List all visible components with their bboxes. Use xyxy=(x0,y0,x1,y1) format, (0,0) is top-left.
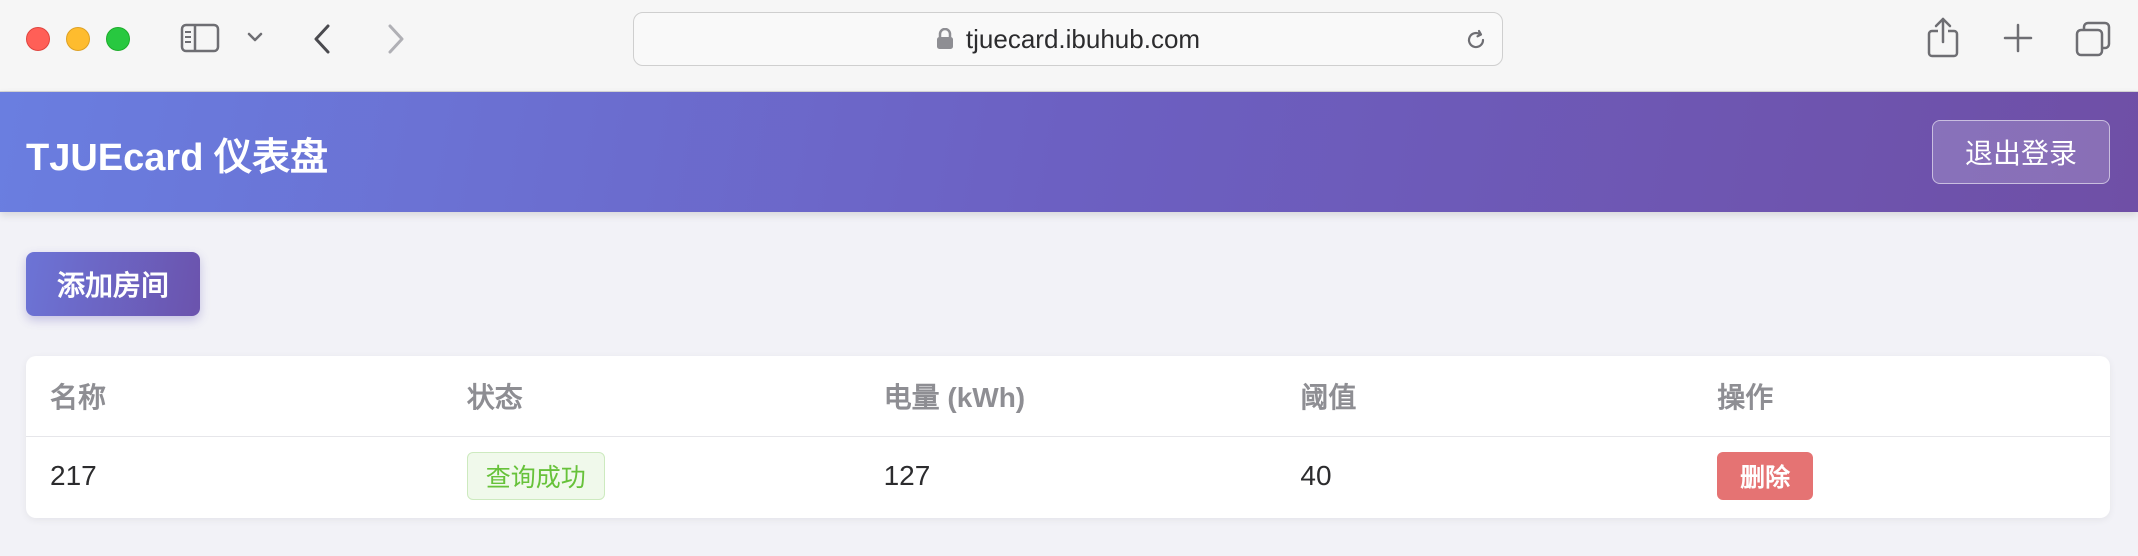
room-actions-cell: 删除 xyxy=(1693,436,2110,516)
browser-toolbar: tjuecard.ibuhub.com xyxy=(0,0,2138,92)
page-title: TJUEcard 仪表盘 xyxy=(26,137,328,179)
room-power-cell: 127 xyxy=(883,460,931,492)
reload-icon[interactable] xyxy=(1464,28,1488,57)
column-header-actions: 操作 xyxy=(1693,356,2110,437)
tabs-overview-icon[interactable] xyxy=(2074,20,2112,58)
rooms-table: 名称 状态 电量 (kWh) 阈值 操作 217 查询成功 127 40 删除 xyxy=(26,356,2110,516)
room-name-cell: 217 xyxy=(50,460,97,492)
chevron-right-icon[interactable] xyxy=(382,22,408,56)
column-header-threshold: 阈值 xyxy=(1276,356,1694,437)
app-header: TJUEcard 仪表盘 退出登录 xyxy=(0,92,2138,212)
column-header-name: 名称 xyxy=(26,356,443,437)
add-room-button[interactable]: 添加房间 xyxy=(26,252,200,316)
column-header-power: 电量 (kWh) xyxy=(859,356,1277,437)
table-row: 217 查询成功 127 40 删除 xyxy=(26,436,2110,516)
status-badge: 查询成功 xyxy=(466,452,605,501)
room-threshold-cell: 40 xyxy=(1300,460,1332,492)
rooms-table-card: 名称 状态 电量 (kWh) 阈值 操作 217 查询成功 127 40 删除 xyxy=(26,356,2110,518)
address-url: tjuecard.ibuhub.com xyxy=(965,23,1201,54)
sidebar-icon[interactable] xyxy=(180,22,220,54)
logout-button[interactable]: 退出登录 xyxy=(1932,120,2110,184)
lock-icon xyxy=(936,28,954,50)
plus-icon[interactable] xyxy=(2002,22,2034,54)
address-bar[interactable]: tjuecard.ibuhub.com xyxy=(633,12,1503,66)
zoom-window-button[interactable] xyxy=(106,27,130,51)
share-icon[interactable] xyxy=(1926,16,1960,58)
close-window-button[interactable] xyxy=(26,27,50,51)
column-header-status: 状态 xyxy=(442,356,860,437)
table-header-row: 名称 状态 电量 (kWh) 阈值 操作 xyxy=(26,356,2110,437)
delete-button[interactable]: 删除 xyxy=(1717,452,1814,501)
room-status-cell: 查询成功 xyxy=(443,436,860,516)
minimize-window-button[interactable] xyxy=(66,27,90,51)
chevron-down-icon[interactable] xyxy=(246,30,264,44)
chevron-left-icon[interactable] xyxy=(310,22,336,56)
